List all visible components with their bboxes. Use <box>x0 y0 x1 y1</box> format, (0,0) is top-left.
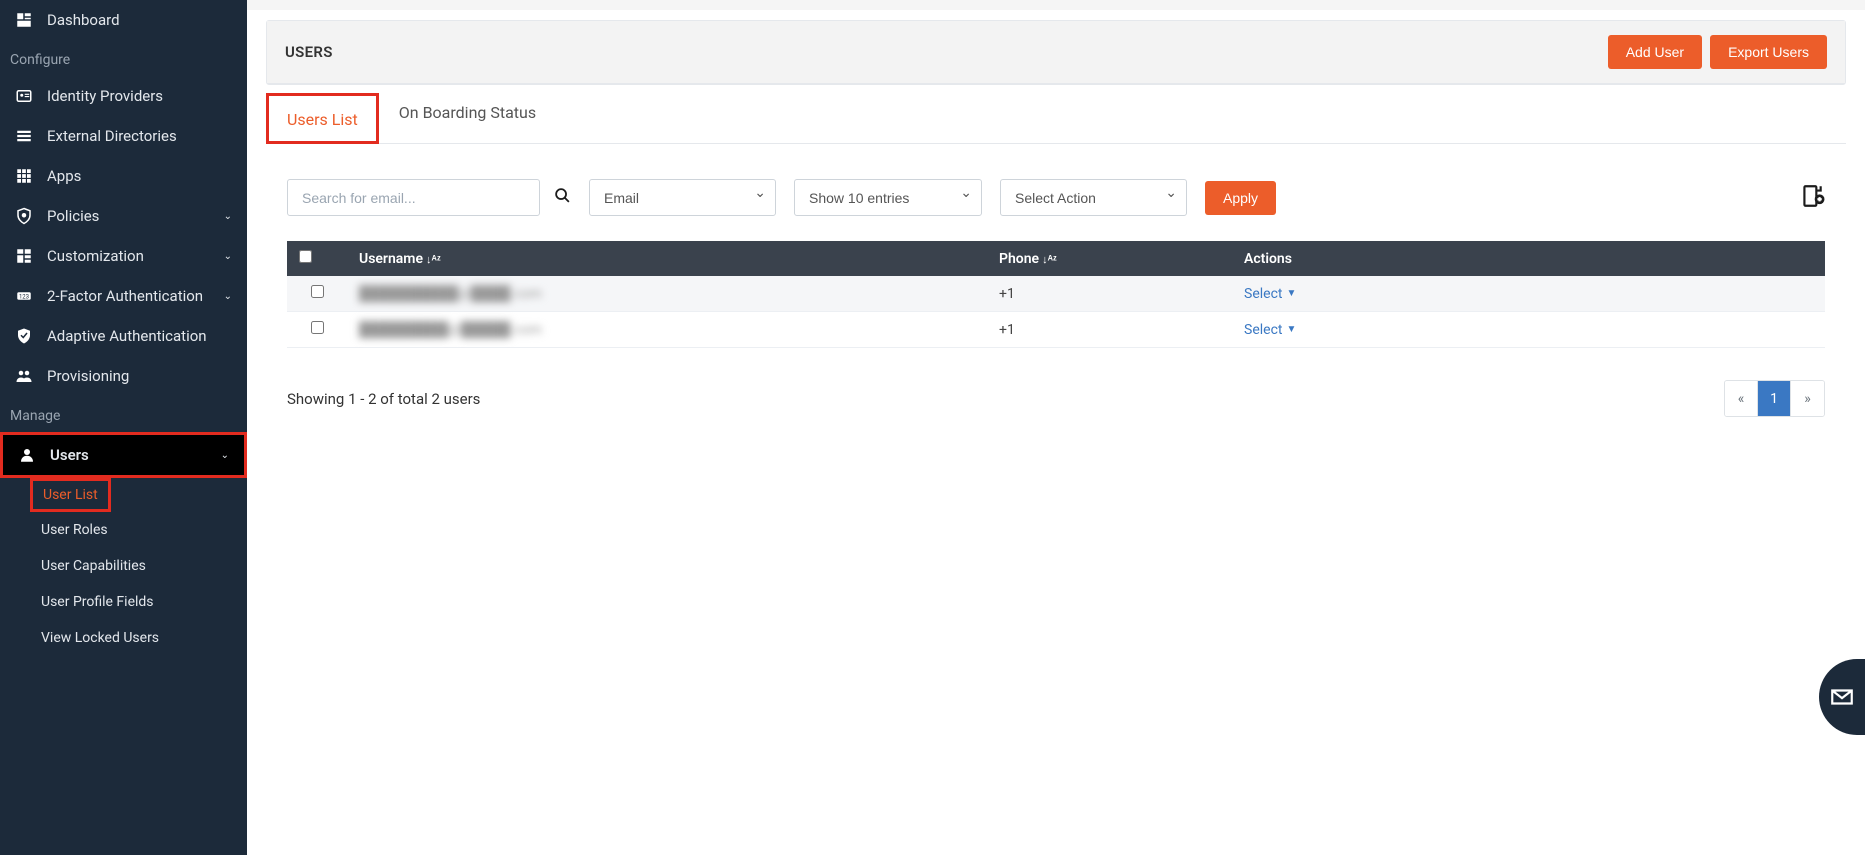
users-card: USERS Add User Export Users <box>266 20 1846 85</box>
sidebar: Dashboard Configure Identity Providers E… <box>0 0 247 855</box>
chevron-down-icon: ⌄ <box>221 450 229 461</box>
sidebar-item-label: Adaptive Authentication <box>47 327 207 345</box>
filter-controls: Email Show 10 entries Select Action Appl… <box>247 144 1865 241</box>
sort-icon: ↓ᴬᶻ <box>426 253 441 266</box>
table-footer: Showing 1 - 2 of total 2 users « 1 » <box>247 368 1865 457</box>
sidebar-sub-view-locked-users[interactable]: View Locked Users <box>0 620 247 656</box>
col-header-actions: Actions <box>1232 241 1825 276</box>
sidebar-item-label: Identity Providers <box>47 87 163 105</box>
row-checkbox[interactable] <box>311 321 324 334</box>
sidebar-item-label: 2-Factor Authentication <box>47 287 203 305</box>
apps-grid-icon <box>15 167 33 185</box>
sidebar-sub-user-roles[interactable]: User Roles <box>0 512 247 548</box>
sidebar-item-label: Policies <box>47 207 99 225</box>
sidebar-item-apps[interactable]: Apps <box>0 156 247 196</box>
pagination: « 1 » <box>1724 380 1825 417</box>
table-wrap: Username↓ᴬᶻ Phone↓ᴬᶻ Actions ██████████@… <box>247 241 1865 368</box>
svg-text:123: 123 <box>19 293 29 300</box>
filter-field-select[interactable]: Email <box>589 179 776 216</box>
sidebar-item-adaptive-auth[interactable]: Adaptive Authentication <box>0 316 247 356</box>
phone-cell: +1 <box>987 276 1232 312</box>
keypad-icon: 123 <box>15 287 33 305</box>
sort-icon: ↓ᴬᶻ <box>1042 253 1057 266</box>
list-icon <box>15 127 33 145</box>
sidebar-item-users[interactable]: Users ⌄ <box>0 432 247 478</box>
export-users-button[interactable]: Export Users <box>1710 35 1827 69</box>
apply-button[interactable]: Apply <box>1205 181 1276 215</box>
chevron-down-icon: ⌄ <box>224 251 232 262</box>
sidebar-item-label: Apps <box>47 167 81 185</box>
sidebar-item-customization[interactable]: Customization ⌄ <box>0 236 247 276</box>
row-action-select[interactable]: Select ▼ <box>1244 322 1296 338</box>
chevron-down-icon: ⌄ <box>224 211 232 222</box>
tab-users-list[interactable]: Users List <box>266 93 379 144</box>
users-table: Username↓ᴬᶻ Phone↓ᴬᶻ Actions ██████████@… <box>287 241 1825 348</box>
shield-dot-icon <box>15 207 33 225</box>
tabs: Users List On Boarding Status <box>266 85 1846 144</box>
sidebar-sub-user-list[interactable]: User List <box>30 478 111 512</box>
sidebar-sub-user-profile-fields[interactable]: User Profile Fields <box>0 584 247 620</box>
main-content: USERS Add User Export Users Users List O… <box>247 0 1865 855</box>
sidebar-item-identity-providers[interactable]: Identity Providers <box>0 76 247 116</box>
row-checkbox[interactable] <box>311 285 324 298</box>
sidebar-sub-user-capabilities[interactable]: User Capabilities <box>0 548 247 584</box>
col-header-checkbox <box>287 241 347 276</box>
page-next[interactable]: » <box>1791 381 1824 416</box>
chevron-down-icon: ⌄ <box>224 291 232 302</box>
bulk-action-select[interactable]: Select Action <box>1000 179 1187 216</box>
tab-onboarding-status[interactable]: On Boarding Status <box>379 85 556 143</box>
sidebar-item-label: Customization <box>47 247 144 265</box>
sidebar-section-manage: Manage <box>0 396 247 432</box>
username-cell: █████████@█████.com <box>359 322 542 338</box>
username-cell: ██████████@████.com <box>359 286 542 302</box>
showing-text: Showing 1 - 2 of total 2 users <box>287 390 480 408</box>
table-row: ██████████@████.com +1 Select ▼ <box>287 276 1825 312</box>
sidebar-item-2fa[interactable]: 123 2-Factor Authentication ⌄ <box>0 276 247 316</box>
col-header-phone[interactable]: Phone↓ᴬᶻ <box>987 241 1232 276</box>
sidebar-item-provisioning[interactable]: Provisioning <box>0 356 247 396</box>
select-all-checkbox[interactable] <box>299 250 312 263</box>
search-input[interactable] <box>287 179 540 216</box>
sidebar-item-dashboard[interactable]: Dashboard <box>0 0 247 40</box>
caret-down-icon: ▼ <box>1286 324 1296 335</box>
search-icon[interactable] <box>554 187 571 208</box>
sidebar-item-label: Dashboard <box>47 11 120 29</box>
sidebar-item-external-directories[interactable]: External Directories <box>0 116 247 156</box>
id-card-icon <box>15 87 33 105</box>
blocks-icon <box>15 247 33 265</box>
phone-cell: +1 <box>987 312 1232 348</box>
page-number[interactable]: 1 <box>1758 381 1791 416</box>
page-prev[interactable]: « <box>1725 381 1758 416</box>
dashboard-icon <box>15 11 33 29</box>
sidebar-item-policies[interactable]: Policies ⌄ <box>0 196 247 236</box>
card-header: USERS Add User Export Users <box>267 21 1845 84</box>
sidebar-item-label: Provisioning <box>47 367 129 385</box>
table-row: █████████@█████.com +1 Select ▼ <box>287 312 1825 348</box>
caret-down-icon: ▼ <box>1286 288 1296 299</box>
col-header-username[interactable]: Username↓ᴬᶻ <box>347 241 987 276</box>
sidebar-item-label: External Directories <box>47 127 177 145</box>
page-title: USERS <box>285 43 333 61</box>
top-strip <box>247 0 1865 10</box>
header-actions: Add User Export Users <box>1608 35 1827 69</box>
shield-check-icon <box>15 327 33 345</box>
users-cog-icon <box>15 367 33 385</box>
user-icon <box>18 446 36 464</box>
bulk-add-icon[interactable] <box>1799 183 1825 213</box>
row-action-select[interactable]: Select ▼ <box>1244 286 1296 302</box>
add-user-button[interactable]: Add User <box>1608 35 1702 69</box>
entries-select[interactable]: Show 10 entries <box>794 179 982 216</box>
sidebar-item-label: Users <box>50 446 89 464</box>
sidebar-section-configure: Configure <box>0 40 247 76</box>
search-wrap <box>287 179 571 216</box>
